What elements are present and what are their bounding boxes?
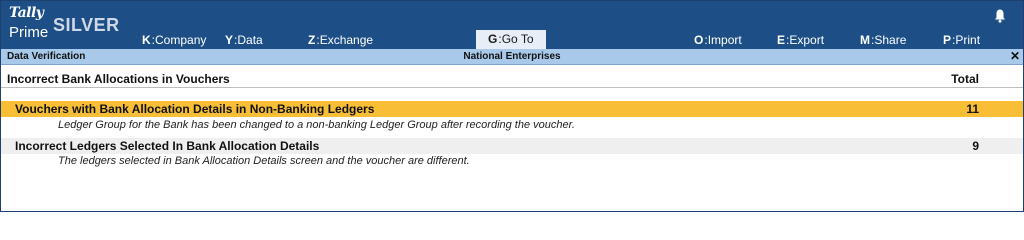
- menu-label: Data: [237, 33, 263, 47]
- close-icon[interactable]: ✕: [1010, 49, 1020, 64]
- menu-data[interactable]: Y:Data: [225, 31, 263, 49]
- report-header: Incorrect Bank Allocations in Vouchers T…: [1, 65, 1023, 88]
- company-name: National Enterprises: [463, 51, 561, 62]
- menu-label: Export: [789, 33, 825, 47]
- report-row[interactable]: Incorrect Ledgers Selected In Bank Alloc…: [1, 138, 1023, 154]
- menu-label: Go To: [501, 32, 534, 46]
- app-window: Tally Prime SILVER K:Company Y:Data Z:Ex…: [0, 0, 1024, 212]
- info-bar: National Enterprises Data Verification ✕: [1, 49, 1023, 65]
- top-bar: Tally Prime SILVER K:Company Y:Data Z:Ex…: [1, 1, 1023, 49]
- menu-label: Print: [955, 33, 981, 47]
- logo-tally-text: Tally: [9, 5, 44, 21]
- logo-prime-text: Prime: [9, 24, 49, 41]
- report-row[interactable]: Vouchers with Bank Allocation Details in…: [1, 101, 1023, 117]
- menu-exchange[interactable]: Z:Exchange: [308, 31, 373, 49]
- menu-key: K: [142, 33, 151, 47]
- row-description: Ledger Group for the Bank has been chang…: [58, 119, 575, 131]
- menu-key: O: [694, 33, 704, 47]
- tally-logo: Tally Prime SILVER: [7, 5, 127, 45]
- row-label: Vouchers with Bank Allocation Details in…: [15, 102, 375, 116]
- menu-export[interactable]: E:Export: [777, 31, 824, 49]
- row-count: 11: [966, 102, 979, 116]
- menu-key: Y: [225, 33, 234, 47]
- screen-title: Data Verification: [7, 51, 86, 62]
- menu-key: Z: [308, 33, 316, 47]
- menu-go-to[interactable]: G:Go To: [476, 30, 546, 49]
- menu-share[interactable]: M:Share: [860, 31, 906, 49]
- bell-icon[interactable]: [993, 8, 1007, 24]
- menu-key: M: [860, 33, 870, 47]
- row-description: The ledgers selected in Bank Allocation …: [58, 155, 470, 167]
- row-count: 9: [972, 139, 979, 153]
- row-label: Incorrect Ledgers Selected In Bank Alloc…: [15, 139, 320, 153]
- menu-label: Share: [874, 33, 907, 47]
- menu-label: Exchange: [319, 33, 374, 47]
- menu-company[interactable]: K:Company: [142, 31, 206, 49]
- menu-key: P: [943, 33, 952, 47]
- edition-label: SILVER: [53, 15, 120, 35]
- menu-import[interactable]: O:Import: [694, 31, 742, 49]
- total-column-header: Total: [951, 72, 979, 86]
- menu-key: E: [777, 33, 786, 47]
- report-title: Incorrect Bank Allocations in Vouchers: [7, 72, 230, 86]
- menu-print[interactable]: P:Print: [943, 31, 980, 49]
- menu-label: Company: [155, 33, 207, 47]
- menu-key: G: [488, 32, 498, 46]
- menu-label: Import: [707, 33, 742, 47]
